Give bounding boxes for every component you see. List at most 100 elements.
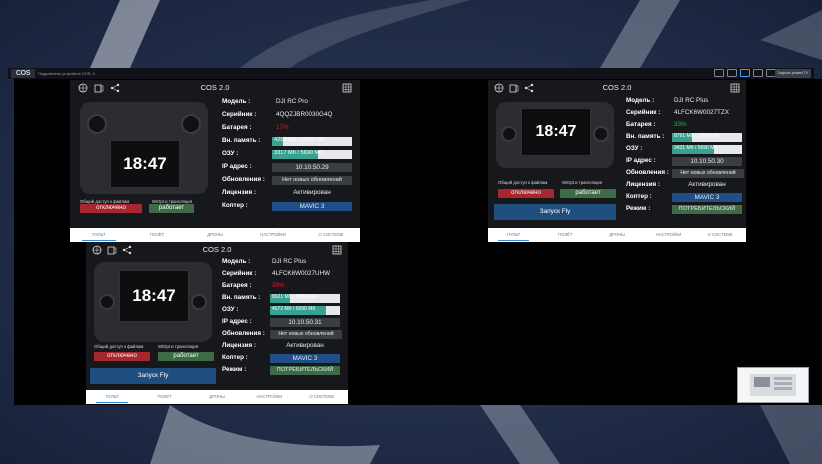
remote-controller-image: 18:47 <box>496 102 614 168</box>
updates-value[interactable]: Нет новых обновлений <box>270 330 342 339</box>
share-files-status[interactable]: отключено <box>498 189 554 198</box>
serial-label: Серийник : <box>222 270 257 277</box>
updates-label: Обновления : <box>222 330 265 337</box>
storage-label: Вн. память : <box>222 137 261 144</box>
nav-tab-about[interactable]: О СИСТЕМЕ <box>296 390 348 404</box>
pane-header: COS 2.0 <box>70 80 360 96</box>
nav-tab-about[interactable]: О СИСТЕМЕ <box>694 228 746 242</box>
left-stick <box>501 126 517 142</box>
grid-icon[interactable] <box>332 245 342 255</box>
screen-preview-thumbnail[interactable] <box>737 367 809 403</box>
drone-value[interactable]: MAVIC 3 <box>270 354 340 363</box>
license-label: Лицензия : <box>626 181 660 188</box>
device-pane-3: COS 2.0 18:47 Общий доступ к файлам WiOp… <box>86 242 348 404</box>
rc-screen-time: 18:47 <box>110 140 180 188</box>
model-value: DJI RC Pro <box>276 98 308 105</box>
drone-value[interactable]: MAVIC 3 <box>672 193 742 202</box>
pane-title: COS 2.0 <box>202 245 232 254</box>
ram-value: 3431 Мб / 5690 Мб <box>674 145 718 151</box>
ram-label: ОЗУ : <box>222 150 239 157</box>
updates-value[interactable]: Нет новых обновлений <box>272 176 352 185</box>
battery-value: 33% <box>674 121 687 128</box>
updates-value[interactable]: Нет новых обновлений <box>672 169 744 178</box>
storage-bar: 8791 Мб / 30500 Мб <box>672 133 742 142</box>
device-pane-1: COS 2.0 18:47 Общий доступ к файлам WiOp… <box>70 80 360 242</box>
nav-tab-drones[interactable]: ДРОНЫ <box>591 228 643 242</box>
nav-tab-remote[interactable]: ПУЛЬТ <box>86 390 138 404</box>
nav-tab-settings[interactable]: НАСТРОЙКИ <box>243 390 295 404</box>
launch-fly-button[interactable]: Запуск Fly <box>494 204 616 220</box>
bottom-nav: ПУЛЬТ ПОЛЁТ ДРОНЫ НАСТРОЙКИ О СИСТЕМЕ <box>86 390 348 404</box>
nav-tab-remote[interactable]: ПУЛЬТ <box>70 228 128 242</box>
grid-icon[interactable] <box>342 83 352 93</box>
license-value: Активирован <box>286 342 324 349</box>
nav-tab-remote[interactable]: ПУЛЬТ <box>488 228 540 242</box>
drone-label: Коптер : <box>222 202 248 209</box>
device-info: Модель : DJI RC Pro Серийник : 4QQZJBR0030… <box>222 98 357 218</box>
remote-controller-image: 18:47 <box>80 102 208 194</box>
share-files-label: Общий доступ к файлам <box>94 344 144 349</box>
battery-value: 17% <box>276 124 289 131</box>
ip-label: IP адрес : <box>222 163 252 170</box>
battery-label: Батарея : <box>222 124 252 131</box>
nav-tab-flight[interactable]: ПОЛЁТ <box>138 390 190 404</box>
pane-title: COS 2.0 <box>200 83 230 92</box>
wiopt-status[interactable]: работает <box>158 352 214 361</box>
monitor-icon[interactable] <box>727 69 737 77</box>
mode-value[interactable]: ПОТРЕБИТЕЛЬСКИЙ <box>672 205 742 214</box>
layout-switcher <box>714 69 776 78</box>
mode-value[interactable]: ПОТРЕБИТЕЛЬСКИЙ <box>270 366 340 375</box>
storage-bar: 8921 Мб / 30500 Мб <box>270 294 340 303</box>
wiopt-label: WiOpt и трансляция <box>562 180 603 185</box>
drone-value[interactable]: MAVIC 3 <box>272 202 352 211</box>
pane-title: COS 2.0 <box>602 83 632 92</box>
model-label: Модель : <box>222 258 251 265</box>
app-title: Подключено устройств COS: 3 <box>38 71 95 76</box>
grid-icon[interactable] <box>730 83 740 93</box>
ram-label: ОЗУ : <box>626 145 643 152</box>
drone-label: Коптер : <box>222 354 248 361</box>
share-files-status[interactable]: отключено <box>94 352 150 361</box>
serial-value: 4QQZJBR0030G4Q <box>276 111 333 118</box>
left-stick <box>99 294 115 310</box>
model-label: Модель : <box>626 97 655 104</box>
layout-grid-icon[interactable] <box>714 69 724 77</box>
serial-label: Серийник : <box>626 109 661 116</box>
wiopt-status[interactable]: работает <box>560 189 616 198</box>
ip-value: 10.10.50.30 <box>672 157 742 166</box>
ip-value: 10.10.50.31 <box>270 318 340 327</box>
left-stick <box>87 114 107 134</box>
launch-fly-button[interactable]: Запуск Fly <box>90 368 216 384</box>
monitor-split-icon[interactable] <box>753 69 763 77</box>
pane-header: COS 2.0 <box>86 242 348 258</box>
nav-tab-drones[interactable]: ДРОНЫ <box>186 228 244 242</box>
ram-value: 3317 Мб / 5690 Мб <box>274 150 323 156</box>
nav-tab-settings[interactable]: НАСТРОЙКИ <box>643 228 695 242</box>
nav-tab-drones[interactable]: ДРОНЫ <box>191 390 243 404</box>
license-value: Активирован <box>293 189 331 196</box>
drone-label: Коптер : <box>626 193 652 200</box>
rc-screen-time: 18:47 <box>521 108 591 156</box>
nav-tab-flight[interactable]: ПОЛЁТ <box>540 228 592 242</box>
storage-value: 8791 Мб / 30500 Мб <box>674 133 721 139</box>
close-tv-mode-button[interactable]: Закрыть режим TV <box>774 69 811 78</box>
device-info: Модель : DJI RC Plus Серийник : 4LFCK6W002… <box>222 258 346 393</box>
monitor-active-icon[interactable] <box>740 69 750 77</box>
device-pane-2: COS 2.0 18:47 Общий доступ к файлам WiOp… <box>488 80 746 242</box>
serial-value: 4LFCK6W0027UHW <box>272 270 331 277</box>
nav-tab-about[interactable]: О СИСТЕМЕ <box>302 228 360 242</box>
license-label: Лицензия : <box>222 189 256 196</box>
ip-label: IP адрес : <box>626 157 656 164</box>
share-files-status[interactable]: отключено <box>80 204 142 213</box>
pane-header: COS 2.0 <box>488 80 746 96</box>
battery-label: Батарея : <box>222 282 252 289</box>
wiopt-status[interactable]: работает <box>149 204 194 213</box>
nav-tab-settings[interactable]: НАСТРОЙКИ <box>244 228 302 242</box>
nav-tab-flight[interactable]: ПОЛЁТ <box>128 228 186 242</box>
wiopt-label: WiOpt и трансляция <box>158 344 199 349</box>
license-label: Лицензия : <box>222 342 256 349</box>
model-value: DJI RC Plus <box>674 97 709 104</box>
mode-label: Режим : <box>222 366 247 373</box>
storage-label: Вн. память : <box>222 294 261 301</box>
model-label: Модель : <box>222 98 251 105</box>
